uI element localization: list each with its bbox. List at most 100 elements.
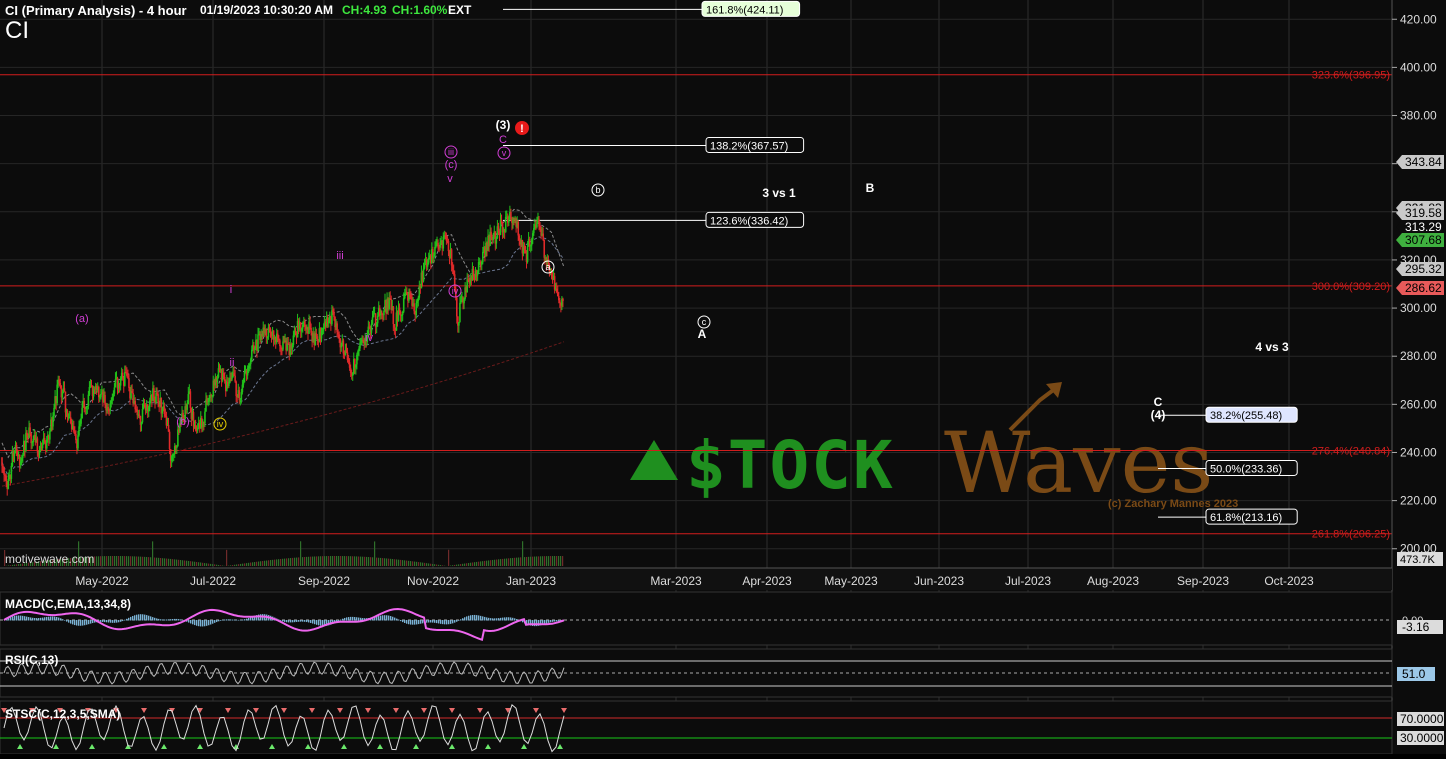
macd-hist-bar [130, 617, 131, 621]
macd-hist-bar [342, 619, 343, 621]
wave-label: 4 vs 3 [1255, 340, 1289, 354]
macd-hist-bar [314, 620, 315, 624]
macd-hist-bar [76, 620, 77, 626]
macd-hist-bar [318, 620, 319, 625]
wave-label: v [502, 148, 507, 158]
volume-bar [546, 556, 547, 566]
macd-hist-bar [302, 620, 303, 622]
volume-bar [158, 558, 159, 566]
macd-hist-bar [510, 617, 511, 620]
wave-label: iv [365, 332, 373, 344]
volume-bar [388, 559, 389, 566]
volume-bar [370, 557, 371, 566]
volume-bar [212, 564, 213, 566]
macd-hist-bar [82, 620, 83, 626]
macd-hist-bar [120, 620, 121, 622]
volume-bar [282, 559, 283, 566]
candle-body [505, 217, 507, 232]
volume-bar [490, 560, 491, 566]
wave-label: b [595, 185, 600, 195]
macd-hist-bar [218, 620, 219, 621]
macd-hist-bar [170, 619, 171, 620]
macd-hist-bar [24, 616, 25, 620]
volume-bar [428, 563, 429, 566]
macd-hist-bar [108, 620, 109, 623]
volume-bar [126, 556, 127, 566]
macd-hist-bar [292, 620, 293, 622]
volume-bar [466, 563, 467, 566]
volume-bar [522, 541, 523, 566]
macd-hist-bar [26, 617, 27, 621]
volume-bar [160, 558, 161, 566]
macd-hist-bar [304, 620, 305, 622]
macd-hist-bar [236, 620, 237, 621]
wave-label: ii [230, 357, 235, 369]
volume-bar [376, 558, 377, 566]
macd-hist-bar [238, 620, 239, 621]
macd-hist-bar [392, 617, 393, 621]
rsi-panel[interactable]: RSI(C,13)51.0 [0, 649, 1435, 697]
volume-bar [150, 557, 151, 566]
macd-hist-bar [360, 618, 361, 621]
macd-hist-bar [210, 620, 211, 625]
fib-target-label: 61.8%(213.16) [1210, 512, 1282, 524]
macd-hist-bar [164, 620, 165, 621]
x-tick-label: Mar-2023 [650, 574, 702, 588]
macd-hist-bar [434, 620, 435, 623]
volume-bar [526, 557, 527, 566]
volume-bar [192, 561, 193, 566]
volume-bar [190, 561, 191, 566]
macd-hist-bar [214, 620, 215, 623]
macd-hist-bar [158, 619, 159, 621]
volume-bar [394, 559, 395, 566]
volume-bar [396, 559, 397, 566]
candle-body [29, 427, 31, 433]
volume-bar [208, 564, 209, 566]
motivewave-watermark: motivewave.com [5, 552, 94, 566]
volume-bar [562, 556, 563, 566]
y-tick-label: 200.00 [1400, 542, 1437, 556]
stoch-upper-label: 70.0000 [1400, 712, 1444, 726]
macd-hist-bar [354, 617, 355, 620]
y-tick-label: 280.00 [1400, 349, 1437, 363]
volume-bar [556, 556, 557, 566]
price-chart[interactable]: $TOCK Waves (c) Zachary Mannes 2023 323.… [0, 0, 1446, 754]
volume-bar [478, 562, 479, 566]
volume-bar [430, 564, 431, 566]
x-tick-label: Jul-2022 [190, 574, 236, 588]
volume-bar [116, 556, 117, 566]
macd-hist-bar [430, 620, 431, 622]
volume-bar [168, 559, 169, 566]
macd-hist-bar [74, 620, 75, 625]
candle-body [186, 404, 188, 410]
macd-hist-bar [414, 620, 415, 625]
macd-hist-bar [86, 620, 87, 625]
volume-bar [98, 556, 99, 566]
macd-hist-bar [90, 620, 91, 624]
macd-hist-bar [438, 620, 439, 623]
macd-hist-bar [220, 620, 221, 621]
macd-hist-bar [198, 620, 199, 626]
volume-bar [182, 560, 183, 566]
volume-bar [246, 563, 247, 566]
macd-hist-bar [28, 617, 29, 620]
x-tick-label: Nov-2022 [407, 574, 459, 588]
stochastic-panel[interactable]: STSC(C,12,3,5,SMA)70.000030.0000 [0, 701, 1444, 754]
volume-bar [258, 562, 259, 566]
macd-hist-bar [306, 620, 307, 622]
volume-bar [280, 559, 281, 566]
macd-frame [0, 592, 1392, 645]
volume-bar [514, 558, 515, 566]
volume-bar [236, 564, 237, 566]
candle-body [128, 378, 130, 388]
macd-hist-bar [294, 620, 295, 622]
volume-bar [356, 556, 357, 566]
volume-bar [256, 562, 257, 566]
candle-body [377, 316, 379, 323]
volume-bar [128, 556, 129, 566]
change-percent: CH:1.60% [392, 3, 447, 17]
price-tag-label: 307.68 [1405, 233, 1442, 247]
macd-panel[interactable]: MACD(C,EMA,13,34,8)0.00-3.16 [0, 592, 1443, 645]
macd-hist-bar [54, 617, 55, 621]
datetime-label: 01/19/2023 10:30:20 AM [200, 3, 333, 17]
